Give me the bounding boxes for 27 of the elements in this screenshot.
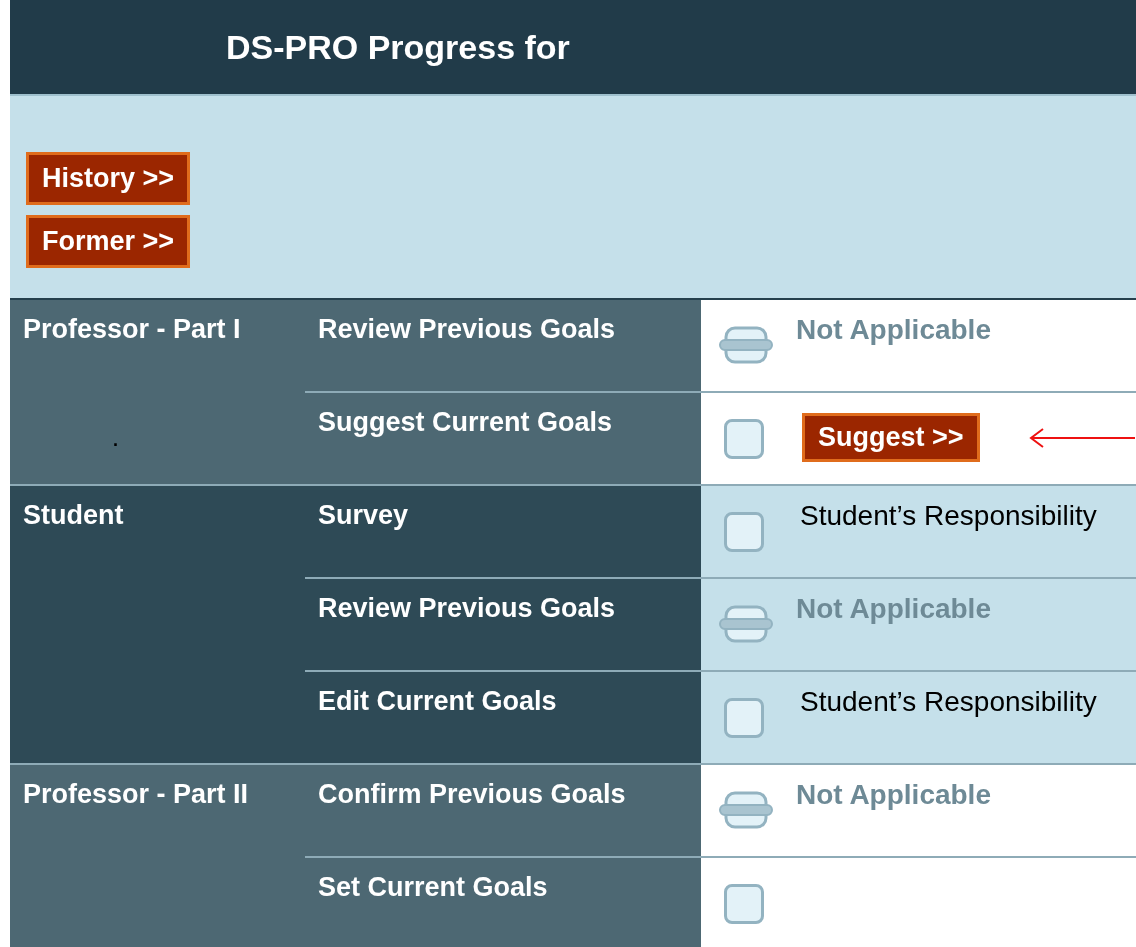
step-label: Review Previous Goals (318, 593, 616, 623)
nav-button[interactable]: Former >> (26, 215, 191, 268)
step-label: Confirm Previous Goals (318, 779, 626, 809)
role-label: Professor - Part I (23, 314, 241, 344)
step-label: Survey (318, 500, 409, 530)
page-title: DS-PRO Progress for (226, 27, 570, 67)
role-label: Student (23, 500, 124, 530)
step-label: Edit Current Goals (318, 686, 557, 716)
partial-status-icon (718, 324, 774, 366)
status-text: Not Applicable (796, 779, 991, 811)
checkbox[interactable] (724, 698, 764, 738)
step-label: Set Current Goals (318, 872, 548, 902)
checkbox[interactable] (724, 419, 764, 459)
checkbox[interactable] (724, 884, 764, 924)
partial-status-icon (718, 789, 774, 831)
step-label: Review Previous Goals (318, 314, 616, 344)
suggest-button[interactable]: Suggest >> (802, 413, 980, 462)
status-text: Student’s Responsibility (800, 686, 1097, 718)
nav-button[interactable]: History >> (26, 152, 191, 205)
status-text: Student’s Responsibility (800, 500, 1097, 532)
status-text: Not Applicable (796, 593, 991, 625)
role-label: Professor - Part II (23, 779, 249, 809)
checkbox[interactable] (724, 512, 764, 552)
partial-status-icon (718, 603, 774, 645)
step-label: Suggest Current Goals (318, 407, 613, 437)
status-text: Not Applicable (796, 314, 991, 346)
note-mark: . (113, 430, 118, 451)
